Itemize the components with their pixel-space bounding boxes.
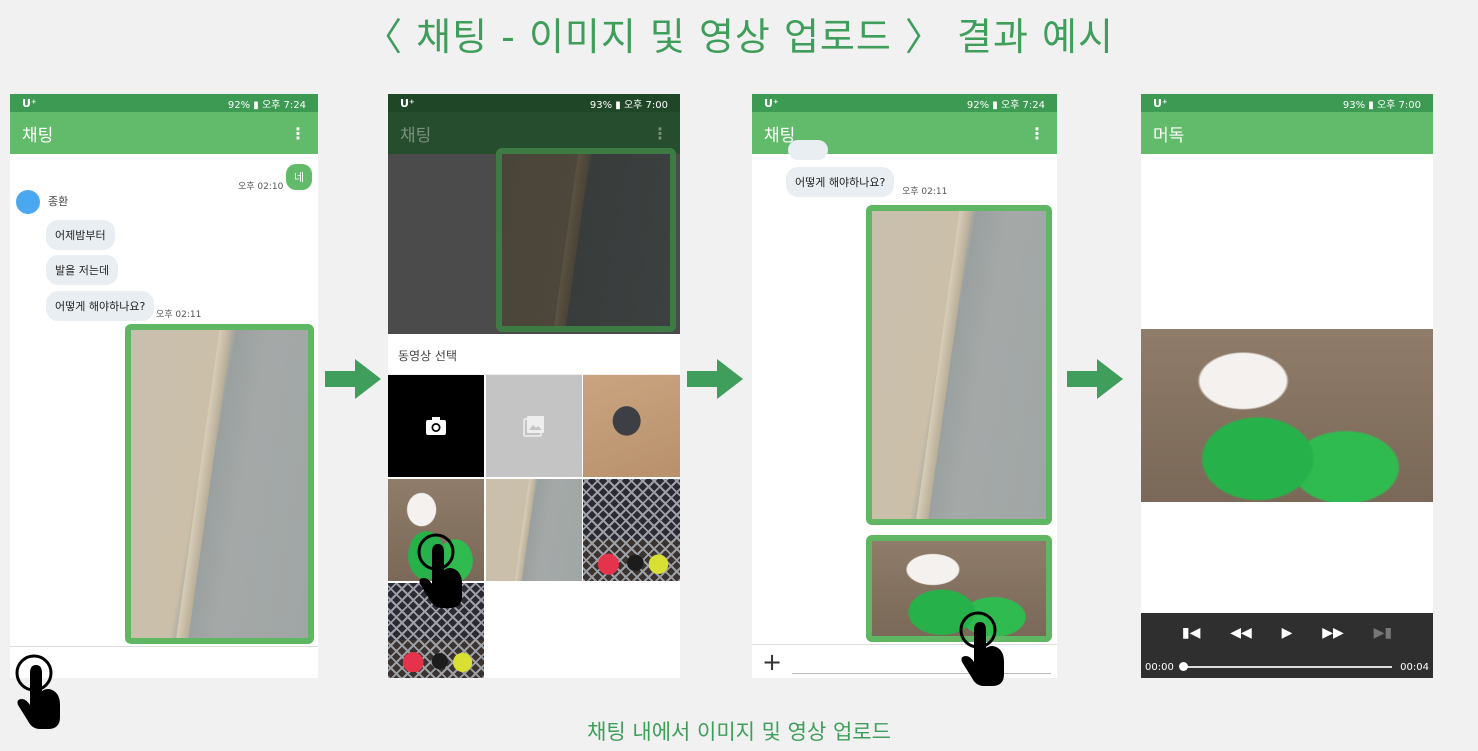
status-bar: U⁺ 93% ▮ 오후 7:00 — [1141, 94, 1433, 112]
message-time: 오후 02:11 — [902, 187, 948, 197]
arrow-right-icon — [325, 359, 381, 399]
status-right: 92% ▮ 오후 7:24 — [966, 99, 1045, 111]
pointing-hand-icon — [959, 611, 1004, 686]
camera-tile[interactable] — [388, 375, 484, 477]
carrier-label: U⁺ — [22, 96, 37, 110]
rewind-icon[interactable]: ◀◀ — [1230, 625, 1252, 641]
message-bubble: 어떻게 해야하나요? — [786, 167, 895, 197]
chat-content[interactable]: 어떻게 해야하나요? 오후 02:11 — [752, 140, 1057, 678]
message-bubble-partial — [788, 140, 828, 160]
message-bubble: 어제밤부터 — [46, 220, 115, 250]
sender-name: 종환 — [48, 195, 69, 208]
message-input-underline — [792, 673, 1051, 674]
status-bar: U⁺ 92% ▮ 오후 7:24 — [752, 94, 1057, 112]
carrier-label: U⁺ — [1153, 96, 1168, 110]
more-options-icon[interactable]: ⋮ — [1029, 124, 1045, 143]
status-bar: U⁺ 92% ▮ 오후 7:24 — [10, 94, 318, 112]
gallery-icon — [523, 416, 544, 437]
message-bubble: 발을 저는데 — [46, 255, 119, 285]
message-bubble: 어떻게 해야하나요? — [46, 291, 155, 321]
attach-plus-icon[interactable]: + — [762, 650, 782, 674]
seek-thumb[interactable] — [1178, 662, 1188, 671]
page-title: 〈 채팅 - 이미지 및 영상 업로드 〉 결과 예시 — [364, 15, 1114, 59]
more-options-icon[interactable]: ⋮ — [290, 124, 306, 143]
media-thumbnail[interactable] — [486, 479, 582, 581]
chat-content[interactable]: 네 오후 02:10 종환 어제밤부터 발을 저는데 어떻게 해야하나요? 오후… — [10, 154, 318, 678]
app-bar-title: 채팅 — [22, 125, 54, 146]
carrier-label: U⁺ — [764, 96, 779, 110]
seek-track[interactable] — [1178, 662, 1393, 671]
app-bar-title: 머독 — [1153, 125, 1185, 146]
skip-next-icon: ▶▮ — [1373, 625, 1393, 641]
seek-bar[interactable]: 00:00 00:04 — [1141, 660, 1433, 674]
media-thumbnail[interactable] — [583, 375, 680, 477]
status-right: 93% ▮ 오후 7:00 — [589, 99, 668, 111]
sent-image[interactable] — [125, 324, 314, 644]
my-message-bubble: 네 — [286, 164, 313, 190]
phone-screen-chat-uploaded: U⁺ 92% ▮ 오후 7:24 채팅 ⋮ 어떻게 해야하나요? 오후 02:1… — [752, 94, 1057, 678]
phone-screen-video-player: U⁺ 93% ▮ 오후 7:00 머독 ▮◀ ◀◀ ▶ ▶▶ ▶▮ 00:00 … — [1141, 94, 1433, 678]
playback-buttons: ▮◀ ◀◀ ▶ ▶▶ ▶▮ — [1141, 613, 1433, 641]
arrow-right-icon — [687, 359, 743, 399]
status-bar: U⁺ 93% ▮ 오후 7:00 — [388, 94, 680, 112]
app-bar: 채팅 ⋮ — [10, 112, 318, 154]
gallery-tile[interactable] — [486, 375, 582, 477]
avatar[interactable] — [16, 190, 40, 214]
picker-label: 동영상 선택 — [388, 334, 680, 375]
message-time: 오후 02:10 — [238, 182, 284, 192]
pointing-hand-icon — [417, 533, 462, 608]
message-time: 오후 02:11 — [156, 310, 202, 320]
sent-image — [496, 148, 676, 332]
play-icon[interactable]: ▶ — [1282, 625, 1293, 641]
app-bar: 머독 — [1141, 112, 1433, 154]
status-right: 93% ▮ 오후 7:00 — [1342, 99, 1421, 111]
fast-forward-icon[interactable]: ▶▶ — [1322, 625, 1344, 641]
sent-image[interactable] — [866, 205, 1052, 525]
video-controls: ▮◀ ◀◀ ▶ ▶▶ ▶▮ 00:00 00:04 — [1141, 613, 1433, 678]
carrier-label: U⁺ — [400, 96, 415, 110]
current-time: 00:00 — [1145, 661, 1174, 673]
more-options-icon: ⋮ — [652, 123, 668, 143]
video-frame[interactable] — [1141, 329, 1433, 502]
app-bar-title: 채팅 — [400, 125, 432, 146]
media-thumbnail[interactable] — [583, 479, 680, 581]
player-content[interactable]: ▮◀ ◀◀ ▶ ▶▶ ▶▮ 00:00 00:04 — [1141, 154, 1433, 678]
caption: 채팅 내에서 이미지 및 영상 업로드 — [587, 720, 891, 744]
duration: 00:04 — [1400, 661, 1429, 673]
phone-screen-chat: U⁺ 92% ▮ 오후 7:24 채팅 ⋮ 네 오후 02:10 종환 어제밤부… — [10, 94, 318, 678]
camera-icon — [426, 417, 446, 435]
arrow-right-icon — [1067, 359, 1123, 399]
status-right: 92% ▮ 오후 7:24 — [227, 99, 306, 111]
skip-previous-icon[interactable]: ▮◀ — [1182, 625, 1200, 641]
